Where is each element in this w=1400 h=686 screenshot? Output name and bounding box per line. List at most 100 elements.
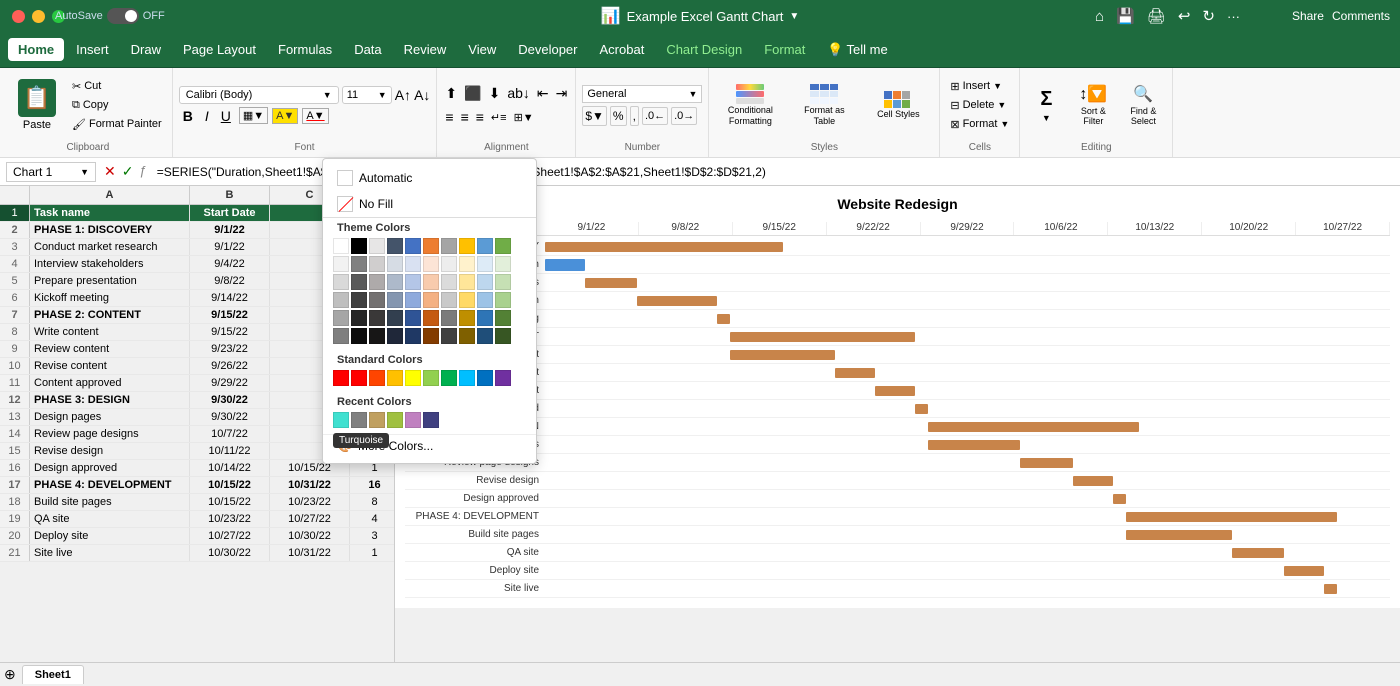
format-as-table-button[interactable]: Format as Table (789, 77, 859, 133)
sort-filter-button[interactable]: ↕🔽 Sort & Filter (1070, 75, 1116, 135)
cell-duration[interactable]: 16 (350, 477, 395, 493)
gantt-bar[interactable] (717, 314, 730, 324)
color-swatch[interactable] (405, 310, 421, 326)
color-swatch[interactable] (495, 274, 511, 290)
gantt-bar[interactable] (1126, 512, 1337, 522)
color-swatch[interactable] (405, 256, 421, 272)
color-swatch[interactable] (459, 310, 475, 326)
color-swatch[interactable] (351, 310, 367, 326)
bold-button[interactable]: B (179, 107, 197, 125)
gantt-bar[interactable] (928, 422, 1139, 432)
gantt-task-row[interactable]: Revise content (405, 382, 1390, 400)
menu-developer[interactable]: Developer (508, 38, 587, 61)
cell-task[interactable]: Task name (30, 205, 190, 221)
gantt-task-row[interactable]: Revise design (405, 472, 1390, 490)
col-header-b[interactable]: B (190, 186, 270, 204)
color-swatch[interactable] (477, 274, 493, 290)
format-button[interactable]: ⊠ Format ▼ (946, 116, 1013, 133)
col-header-a[interactable]: A (30, 186, 190, 204)
formula-enter-icon[interactable]: ✓ (122, 163, 134, 180)
color-swatch[interactable] (459, 238, 475, 254)
color-swatch[interactable] (351, 292, 367, 308)
font-color-button[interactable]: A▼ (302, 108, 328, 124)
color-swatch[interactable] (387, 238, 403, 254)
cell-start-date[interactable]: 9/4/22 (190, 256, 270, 272)
cell-start-date[interactable]: 10/14/22 (190, 460, 270, 476)
gantt-task-row[interactable]: Review page designs (405, 454, 1390, 472)
increase-font-icon[interactable]: A↑ (395, 87, 411, 103)
color-swatch[interactable] (477, 238, 493, 254)
gantt-task-row[interactable]: Build site pages (405, 526, 1390, 544)
gantt-bar[interactable] (545, 242, 783, 252)
increase-decimal-icon[interactable]: .0→ (671, 107, 697, 125)
gantt-task-row[interactable]: QA site (405, 544, 1390, 562)
insert-button[interactable]: ⊞ Insert ▼ (946, 78, 1013, 95)
color-swatch[interactable] (405, 370, 421, 386)
gantt-bar[interactable] (1073, 476, 1113, 486)
menu-tell-me[interactable]: 💡 Tell me (817, 38, 897, 62)
menu-insert[interactable]: Insert (66, 38, 119, 61)
color-swatch[interactable] (441, 370, 457, 386)
gantt-task-row[interactable]: Review content (405, 364, 1390, 382)
color-swatch[interactable] (351, 274, 367, 290)
cell-task[interactable]: Site live (30, 545, 190, 561)
cell-styles-button[interactable]: Cell Styles (863, 77, 933, 133)
gantt-task-row[interactable]: Conduct market research (405, 256, 1390, 274)
cell-duration[interactable]: 1 (350, 545, 395, 561)
gantt-task-row[interactable]: Interview stakeholders (405, 274, 1390, 292)
cell-start-date[interactable]: 9/1/22 (190, 222, 270, 238)
cell-start-date[interactable]: 9/15/22 (190, 324, 270, 340)
cell-start-date[interactable]: 10/27/22 (190, 528, 270, 544)
align-top-icon[interactable]: ⬆ (443, 83, 459, 104)
table-row[interactable]: 21 Site live 10/30/22 10/31/22 1 (0, 545, 394, 562)
sum-button[interactable]: Σ ▼ (1026, 75, 1066, 135)
gantt-bar[interactable] (875, 386, 915, 396)
decrease-font-icon[interactable]: A↓ (414, 87, 430, 103)
color-swatch[interactable] (405, 238, 421, 254)
color-swatch[interactable] (387, 370, 403, 386)
gantt-task-row[interactable]: PHASE 3: DESIGN (405, 418, 1390, 436)
merge-center-icon[interactable]: ⊞▼ (512, 109, 536, 126)
color-swatch[interactable] (459, 256, 475, 272)
color-swatch[interactable] (423, 310, 439, 326)
cell-start-date[interactable]: 9/30/22 (190, 392, 270, 408)
color-swatch[interactable] (441, 274, 457, 290)
minimize-button[interactable] (32, 10, 45, 23)
cell-start-date[interactable]: 9/1/22 (190, 239, 270, 255)
more-icon[interactable]: ··· (1227, 9, 1240, 24)
gantt-task-row[interactable]: Site live (405, 580, 1390, 598)
gantt-bar[interactable] (1284, 566, 1324, 576)
indent-increase-icon[interactable]: ⇥ (554, 83, 570, 104)
name-box[interactable]: Chart 1 ▼ (6, 162, 96, 182)
cell-start-date[interactable]: 9/14/22 (190, 290, 270, 306)
cell-start-date[interactable]: 9/15/22 (190, 307, 270, 323)
gantt-bar[interactable] (545, 259, 585, 271)
cell-duration[interactable]: 3 (350, 528, 395, 544)
cell-task[interactable]: Revise content (30, 358, 190, 374)
cell-start-date[interactable]: 9/23/22 (190, 341, 270, 357)
gantt-bar[interactable] (1020, 458, 1073, 468)
find-select-button[interactable]: 🔍 Find & Select (1120, 75, 1166, 135)
chart-panel[interactable]: Website Redesign 9/1/229/8/229/15/229/22… (395, 186, 1400, 662)
color-swatch[interactable] (333, 292, 349, 308)
color-swatch[interactable] (441, 328, 457, 344)
color-swatch[interactable] (333, 274, 349, 290)
gantt-task-row[interactable]: Design approved (405, 490, 1390, 508)
cell-start-date[interactable]: 10/15/22 (190, 494, 270, 510)
color-swatch[interactable] (369, 370, 385, 386)
sheet-tab-sheet1[interactable]: Sheet1 (22, 665, 84, 684)
color-swatch[interactable] (441, 292, 457, 308)
color-swatch[interactable] (333, 310, 349, 326)
menu-formulas[interactable]: Formulas (268, 38, 342, 61)
color-swatch[interactable] (387, 328, 403, 344)
cell-task[interactable]: Write content (30, 324, 190, 340)
gantt-task-row[interactable]: Kickoff meeting (405, 310, 1390, 328)
align-bottom-icon[interactable]: ⬇ (487, 83, 503, 104)
color-swatch[interactable] (405, 274, 421, 290)
color-swatch[interactable] (369, 310, 385, 326)
color-swatch[interactable] (387, 292, 403, 308)
cell-start-date[interactable]: 10/11/22 (190, 443, 270, 459)
cell-task[interactable]: PHASE 3: DESIGN (30, 392, 190, 408)
cell-start-date[interactable]: 9/30/22 (190, 409, 270, 425)
color-swatch[interactable] (423, 238, 439, 254)
